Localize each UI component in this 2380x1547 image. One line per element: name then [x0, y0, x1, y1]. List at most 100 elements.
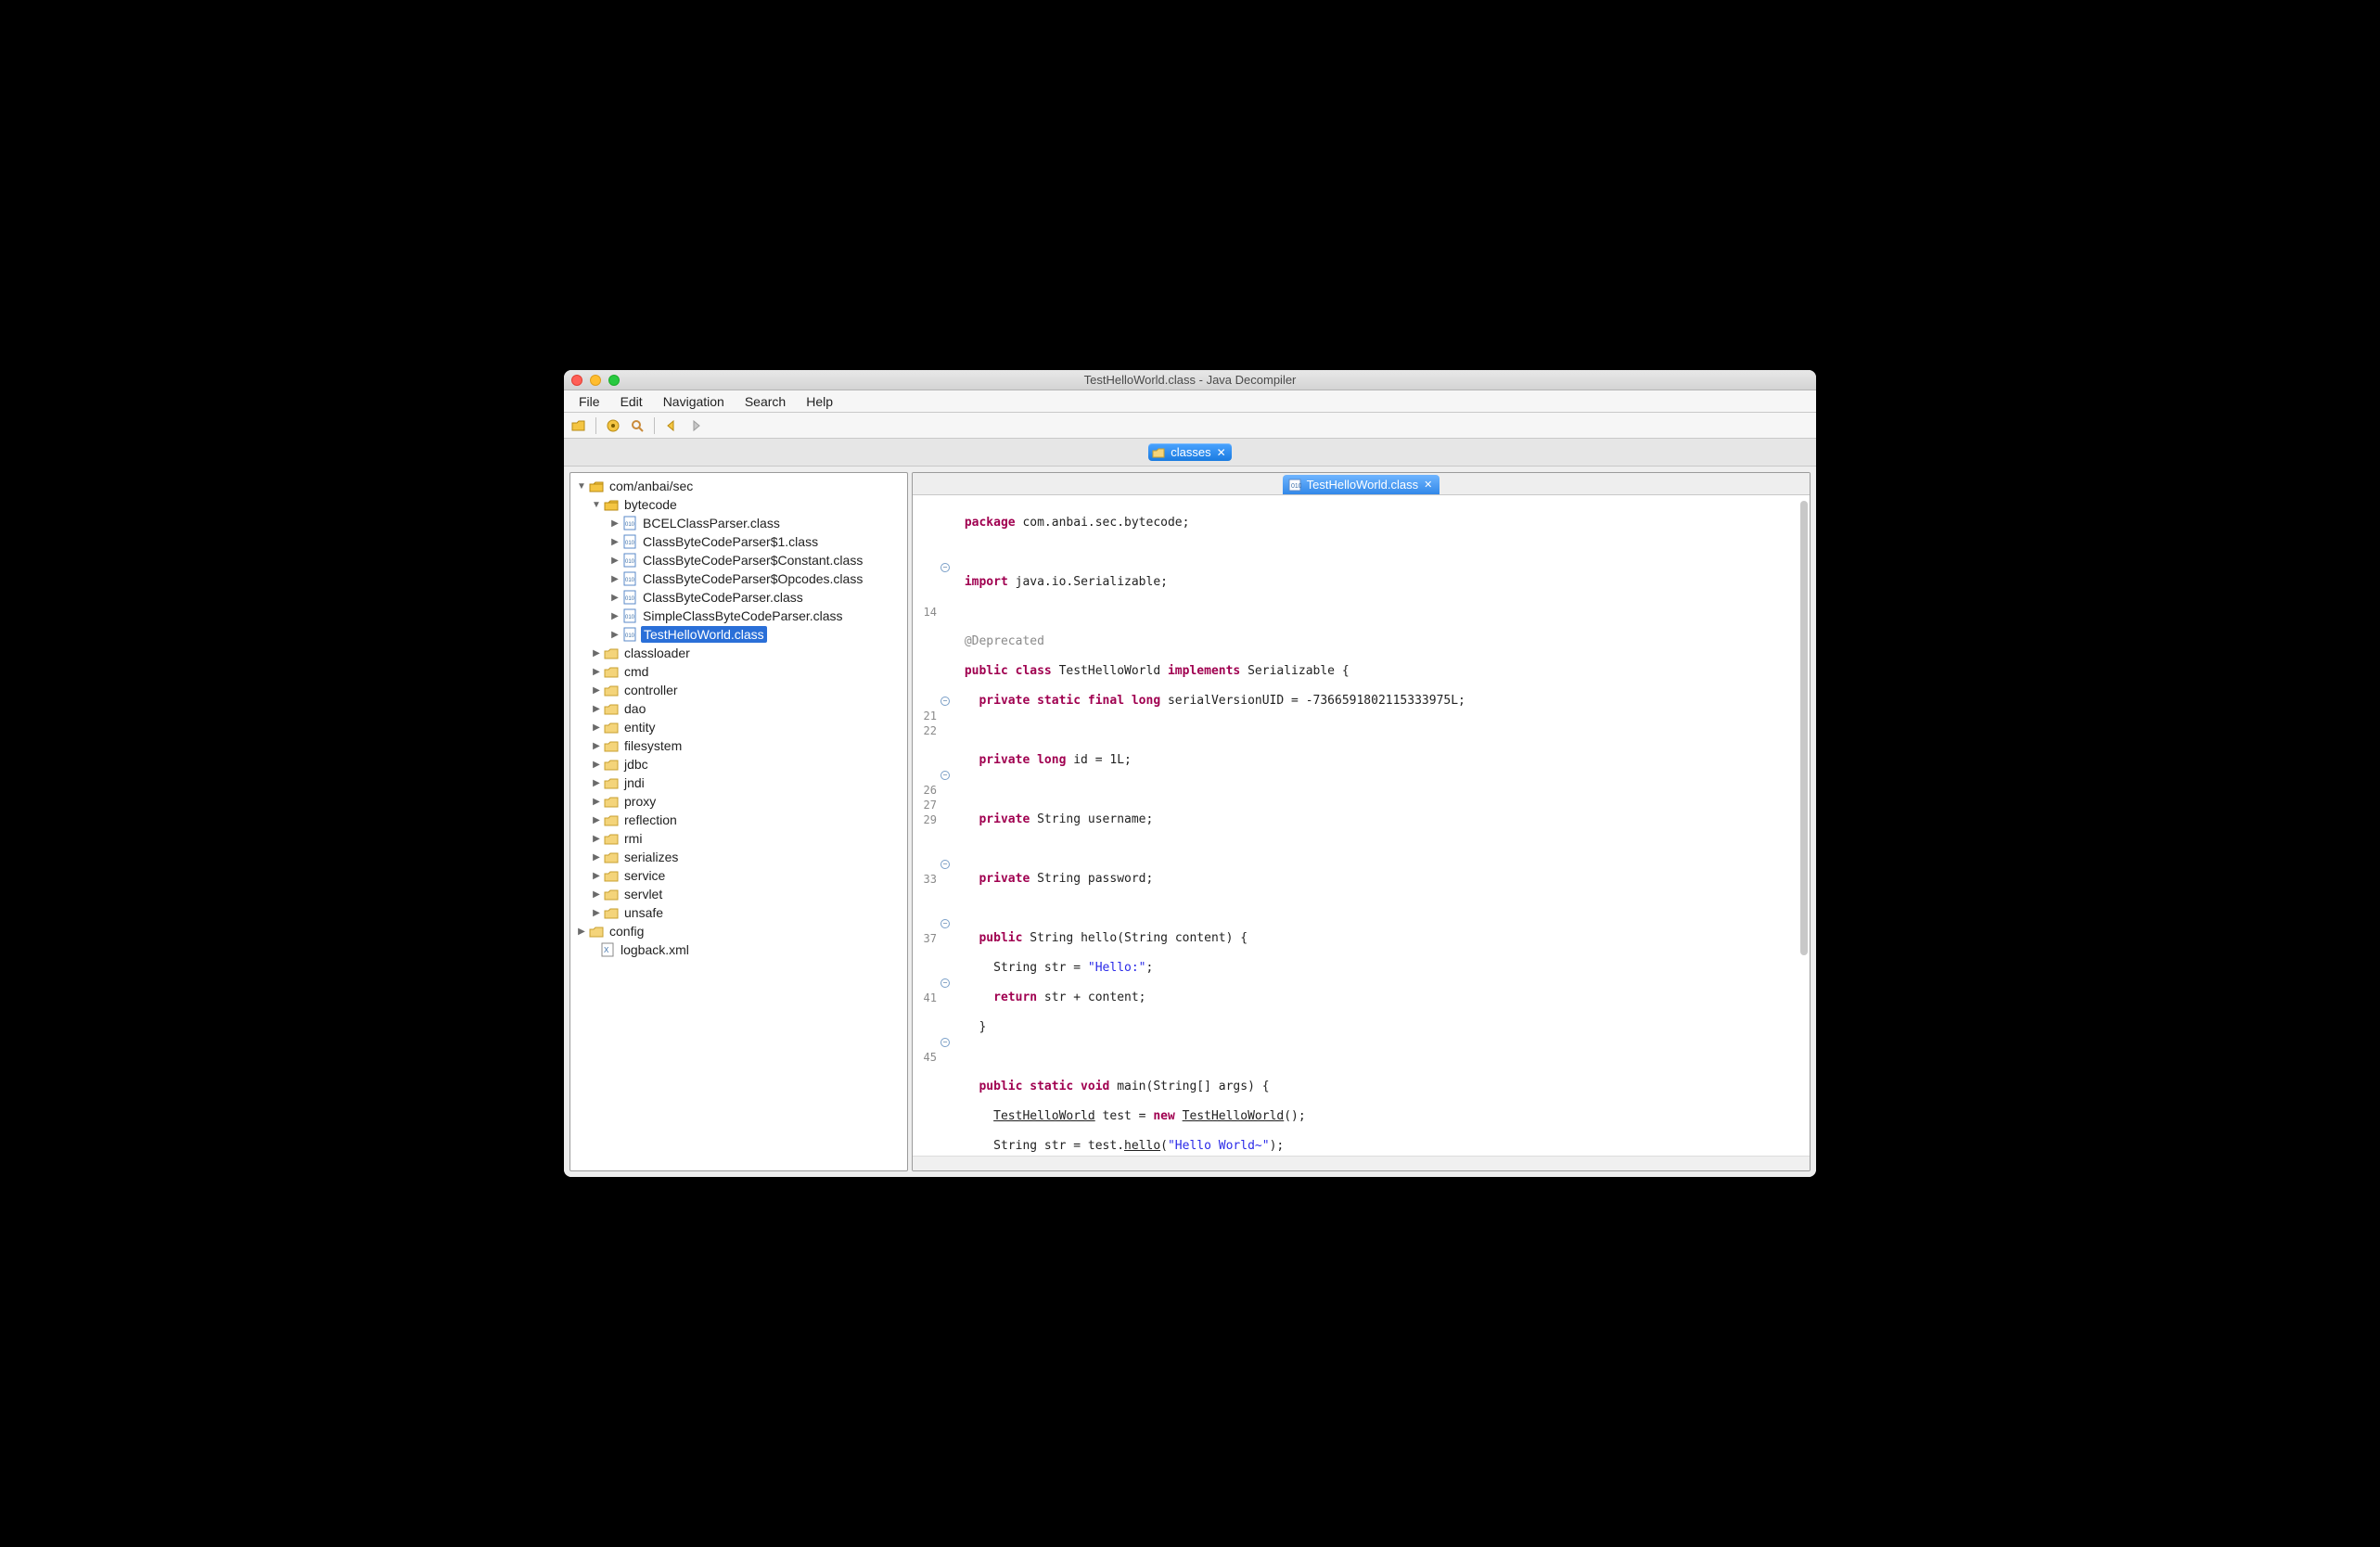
fold-icon[interactable]: − — [940, 860, 950, 869]
tree-folder[interactable]: ▶servlet — [572, 885, 905, 903]
folder-icon — [604, 720, 619, 735]
gutter-line: 26 — [913, 783, 953, 798]
gutter-line: 37 — [913, 931, 953, 946]
tree-class-file[interactable]: ▶010TestHelloWorld.class — [572, 625, 905, 644]
tree-folder[interactable]: ▶rmi — [572, 829, 905, 848]
tree-folder[interactable]: ▶dao — [572, 699, 905, 718]
tree-folder-bytecode[interactable]: ▼ bytecode — [572, 495, 905, 514]
svg-text:010: 010 — [625, 615, 635, 620]
tree-class-file[interactable]: ▶010ClassByteCodeParser$1.class — [572, 532, 905, 551]
svg-text:010: 010 — [625, 541, 635, 546]
back-icon[interactable] — [662, 416, 681, 435]
menubar: File Edit Navigation Search Help — [564, 390, 1816, 413]
titlebar: TestHelloWorld.class - Java Decompiler — [564, 370, 1816, 390]
tree-folder[interactable]: ▶controller — [572, 681, 905, 699]
gutter-line — [913, 1005, 953, 1020]
gutter-line — [913, 545, 953, 560]
xml-file-icon: X — [600, 942, 615, 957]
gutter-line: − — [913, 1035, 953, 1050]
folder-icon — [604, 905, 619, 920]
minimize-window-button[interactable] — [590, 375, 601, 386]
tree-file-logback[interactable]: X logback.xml — [572, 940, 905, 959]
tree-class-file[interactable]: ▶010ClassByteCodeParser.class — [572, 588, 905, 607]
folder-icon — [604, 831, 619, 846]
search-icon[interactable] — [628, 416, 646, 435]
code-area[interactable]: package com.anbai.sec.bytecode; import j… — [953, 495, 1810, 1156]
fold-icon[interactable]: − — [940, 697, 950, 706]
gutter-line — [913, 679, 953, 694]
app-window: TestHelloWorld.class - Java Decompiler F… — [564, 370, 1816, 1177]
tree-folder[interactable]: ▶cmd — [572, 662, 905, 681]
tree-folder[interactable]: ▶entity — [572, 718, 905, 736]
tree-class-file[interactable]: ▶010BCELClassParser.class — [572, 514, 905, 532]
vertical-scrollbar[interactable] — [1800, 501, 1808, 955]
gutter-line — [913, 753, 953, 768]
open-file-icon[interactable] — [569, 416, 588, 435]
class-file-icon: 010 — [1288, 479, 1301, 492]
gutter-line: 33 — [913, 872, 953, 887]
close-tab-icon[interactable]: ✕ — [1217, 446, 1226, 459]
gutter-line — [913, 620, 953, 634]
tree-folder-config[interactable]: ▶ config — [572, 922, 905, 940]
folder-icon — [604, 794, 619, 809]
gutter-line: 27 — [913, 798, 953, 812]
zoom-window-button[interactable] — [608, 375, 620, 386]
fold-icon[interactable]: − — [940, 563, 950, 572]
project-tabstrip: classes ✕ — [564, 439, 1816, 467]
tree-folder[interactable]: ▶serializes — [572, 848, 905, 866]
tree-folder[interactable]: ▶jdbc — [572, 755, 905, 774]
gutter-line — [913, 946, 953, 961]
tree-folder[interactable]: ▶proxy — [572, 792, 905, 811]
gutter-line — [913, 590, 953, 605]
folder-icon — [604, 646, 619, 660]
gutter-line — [913, 1020, 953, 1035]
code-editor[interactable]: − 14 −21 22 −26 27 29 −33 −37 −41 −45 pa… — [913, 495, 1810, 1156]
folder-icon — [604, 850, 619, 864]
menu-file[interactable]: File — [569, 391, 609, 412]
fold-icon[interactable]: − — [940, 771, 950, 780]
folder-icon — [1152, 446, 1165, 459]
gutter-line: − — [913, 560, 953, 575]
fold-icon[interactable]: − — [940, 919, 950, 928]
window-controls — [571, 375, 620, 386]
menu-search[interactable]: Search — [736, 391, 795, 412]
tree-class-file[interactable]: ▶010ClassByteCodeParser$Opcodes.class — [572, 569, 905, 588]
package-tree[interactable]: ▼ com/anbai/sec ▼ bytecode ▶010BCELClass… — [570, 473, 907, 1170]
tree-folder[interactable]: ▶classloader — [572, 644, 905, 662]
gutter-line: − — [913, 768, 953, 783]
package-open-icon — [604, 497, 619, 512]
tree-pane: ▼ com/anbai/sec ▼ bytecode ▶010BCELClass… — [569, 472, 908, 1171]
svg-text:010: 010 — [1291, 483, 1301, 490]
close-window-button[interactable] — [571, 375, 582, 386]
project-tab-label: classes — [1171, 445, 1210, 459]
fold-icon[interactable]: − — [940, 1038, 950, 1047]
open-type-icon[interactable] — [604, 416, 622, 435]
svg-text:010: 010 — [625, 578, 635, 583]
svg-text:010: 010 — [625, 596, 635, 602]
tree-class-file[interactable]: ▶010ClassByteCodeParser$Constant.class — [572, 551, 905, 569]
project-tab-classes[interactable]: classes ✕ — [1148, 443, 1231, 461]
folder-icon — [604, 775, 619, 790]
menu-help[interactable]: Help — [797, 391, 842, 412]
horizontal-scrollbar[interactable] — [913, 1156, 1810, 1170]
tree-folder[interactable]: ▶reflection — [572, 811, 905, 829]
tree-folder[interactable]: ▶jndi — [572, 774, 905, 792]
window-title: TestHelloWorld.class - Java Decompiler — [564, 373, 1816, 387]
close-tab-icon[interactable]: ✕ — [1424, 479, 1432, 491]
folder-icon — [604, 683, 619, 697]
class-file-icon: 010 — [622, 553, 637, 568]
gutter-line — [913, 842, 953, 857]
folder-icon — [604, 868, 619, 883]
menu-navigation[interactable]: Navigation — [654, 391, 734, 412]
tree-folder[interactable]: ▶filesystem — [572, 736, 905, 755]
editor-tab[interactable]: 010 TestHelloWorld.class ✕ — [1283, 475, 1440, 494]
tree-folder[interactable]: ▶service — [572, 866, 905, 885]
forward-icon[interactable] — [686, 416, 705, 435]
class-file-icon: 010 — [622, 590, 637, 605]
menu-edit[interactable]: Edit — [611, 391, 652, 412]
tree-folder[interactable]: ▶unsafe — [572, 903, 905, 922]
gutter-line — [913, 501, 953, 516]
fold-icon[interactable]: − — [940, 978, 950, 988]
tree-class-file[interactable]: ▶010SimpleClassByteCodeParser.class — [572, 607, 905, 625]
tree-package-root[interactable]: ▼ com/anbai/sec — [572, 477, 905, 495]
